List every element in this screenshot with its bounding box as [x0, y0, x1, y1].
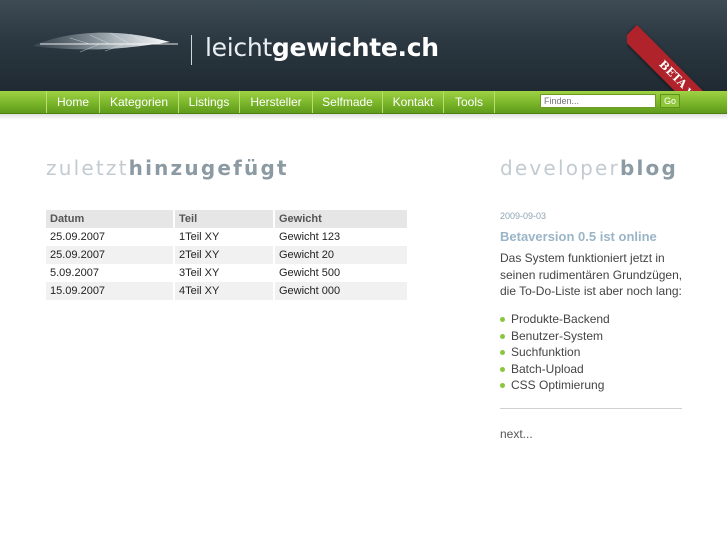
nav-item-selfmade[interactable]: Selfmade — [312, 91, 382, 113]
logo-text-light: leicht — [205, 33, 272, 62]
feather-logo-icon — [32, 32, 178, 53]
recent-heading-light: zuletzt — [46, 156, 129, 180]
site-header: leichtgewichte.ch BETA v0.5 — [0, 0, 727, 91]
todo-list: Produkte-Backend Benutzer-System Suchfun… — [500, 311, 610, 394]
table-row: 25.09.2007 1Teil XY Gewicht 123 — [46, 228, 409, 246]
blog-post-text: Das System funktioniert jetzt in seinen … — [500, 251, 683, 298]
cell-gewicht: Gewicht 20 — [274, 246, 409, 264]
list-item-label: Batch-Upload — [511, 361, 584, 376]
blog-heading-bold: blog — [619, 156, 678, 180]
column-header-datum: Datum — [46, 210, 175, 228]
recent-heading: zuletzthinzugefügt — [46, 156, 289, 180]
bullet-icon — [500, 317, 505, 322]
cell-teil: 3Teil XY — [174, 264, 275, 282]
bullet-icon — [500, 366, 505, 372]
cell-gewicht: Gewicht 000 — [274, 282, 409, 300]
list-item: Suchfunktion — [500, 344, 610, 361]
column-header-teil: Teil — [174, 210, 275, 228]
cell-teil: 1Teil XY — [174, 228, 275, 246]
cell-gewicht: Gewicht 500 — [274, 264, 409, 282]
cell-teil: 2Teil XY — [174, 246, 275, 264]
cell-teil: 4Teil XY — [174, 282, 275, 300]
bullet-icon — [500, 383, 505, 388]
nav-item-kontakt[interactable]: Kontakt — [382, 91, 443, 113]
list-item: CSS Optimierung — [500, 377, 610, 394]
blog-divider — [500, 408, 682, 409]
nav-item-kategorien[interactable]: Kategorien — [99, 91, 178, 113]
cell-datum: 5.09.2007 — [46, 264, 175, 282]
cell-datum: 25.09.2007 — [46, 246, 175, 264]
list-item-label: CSS Optimierung — [511, 378, 605, 392]
logo-text-bold: gewichte.ch — [271, 33, 439, 62]
blog-heading-light: developer — [500, 156, 620, 180]
table-header-row: Datum Teil Gewicht — [46, 210, 409, 228]
logo-divider — [191, 35, 192, 65]
table-row: 15.09.2007 4Teil XY Gewicht 000 — [46, 282, 409, 300]
recent-heading-bold: hinzugefügt — [128, 156, 289, 180]
table-row: 25.09.2007 2Teil XY Gewicht 20 — [46, 246, 409, 264]
search-input[interactable] — [540, 94, 656, 108]
blog-next-link[interactable]: next... — [500, 427, 533, 441]
search-go-button[interactable]: Go — [660, 94, 680, 108]
list-item: Batch-Upload — [500, 361, 610, 378]
bullet-icon — [500, 350, 505, 355]
list-item-label: Produkte-Backend — [511, 312, 610, 326]
recent-table: Datum Teil Gewicht 25.09.2007 1Teil XY G… — [46, 210, 409, 300]
site-logo[interactable]: leichtgewichte.ch — [205, 33, 439, 62]
list-item-label: Suchfunktion — [511, 345, 581, 359]
cell-datum: 15.09.2007 — [46, 282, 175, 300]
blog-heading: developerblog — [500, 156, 678, 180]
table-row: 5.09.2007 3Teil XY Gewicht 500 — [46, 264, 409, 282]
nav-shadow — [0, 114, 727, 120]
beta-ribbon: BETA v0.5 — [627, 0, 727, 91]
list-item: Benutzer-System — [500, 328, 610, 345]
beta-label: BETA v0.5 — [627, 25, 727, 91]
column-header-gewicht: Gewicht — [274, 210, 409, 228]
nav-item-home[interactable]: Home — [46, 91, 99, 113]
cell-gewicht: Gewicht 123 — [274, 228, 409, 246]
nav-item-hersteller[interactable]: Hersteller — [239, 91, 312, 113]
list-item: Produkte-Backend — [500, 311, 610, 328]
list-item-label: Benutzer-System — [511, 328, 604, 343]
cell-datum: 25.09.2007 — [46, 228, 175, 246]
blog-post-title-link[interactable]: Betaversion 0.5 ist online — [500, 229, 657, 244]
blog-post-date: 2009-09-03 — [500, 211, 547, 221]
bullet-icon — [500, 333, 505, 339]
nav-item-listings[interactable]: Listings — [178, 91, 239, 113]
nav-item-tools[interactable]: Tools — [443, 91, 495, 113]
